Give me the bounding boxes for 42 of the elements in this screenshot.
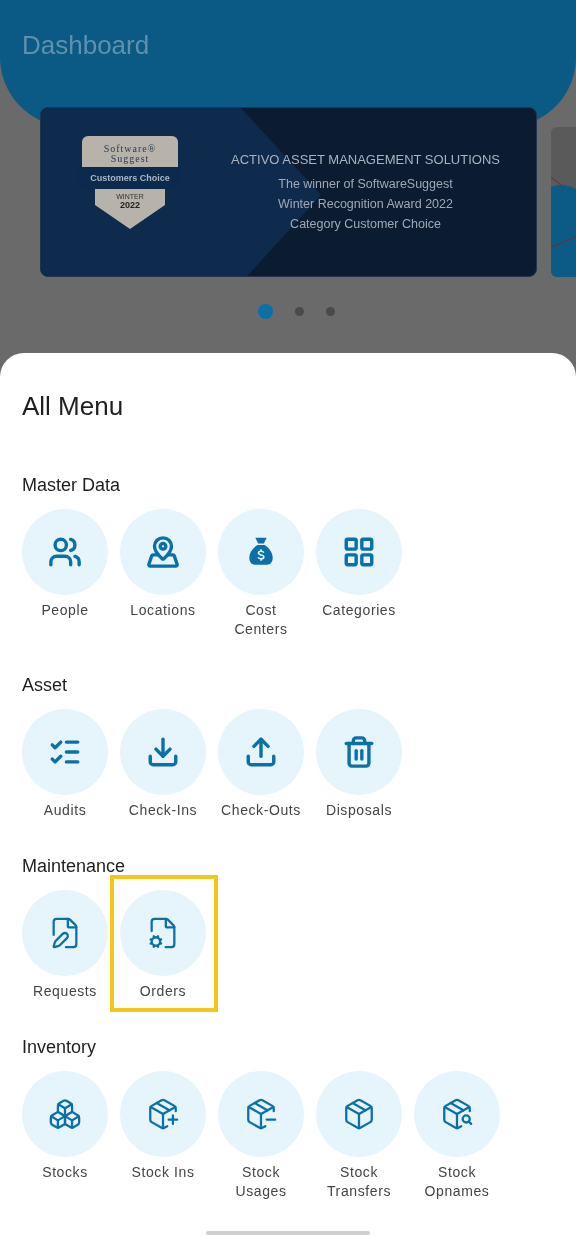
menu-label: Disposals bbox=[324, 801, 394, 820]
menu-label: Stock Transfers bbox=[326, 1163, 392, 1201]
people-icon bbox=[48, 535, 82, 569]
carousel-dot[interactable] bbox=[257, 303, 273, 319]
map-pin-icon bbox=[146, 535, 180, 569]
menu-label: Categories bbox=[321, 601, 397, 620]
section-title: Asset bbox=[22, 674, 69, 696]
menu-label: People bbox=[40, 601, 90, 620]
badge-brand: Software® bbox=[103, 143, 157, 154]
trash-icon bbox=[342, 735, 376, 769]
menu-label: Stock Usages bbox=[234, 1163, 288, 1201]
boxes-icon bbox=[48, 1097, 82, 1131]
banner-text: Category Customer Choice bbox=[290, 217, 441, 232]
menu-label: Orders bbox=[138, 982, 188, 1001]
section-title: Maintenance bbox=[22, 855, 127, 877]
grid-icon bbox=[342, 535, 376, 569]
menu-label: Check-Ins bbox=[127, 801, 199, 820]
badge-year: 2022 bbox=[120, 199, 140, 210]
menu-label: Locations bbox=[129, 601, 197, 620]
banner-headline: ACTIVO ASSET MANAGEMENT SOLUTIONS bbox=[231, 152, 500, 168]
carousel-dot[interactable] bbox=[325, 306, 335, 316]
package-icon bbox=[342, 1097, 376, 1131]
menu-label: Cost Centers bbox=[233, 601, 289, 639]
section-title: Master Data bbox=[22, 474, 122, 496]
section-title: Inventory bbox=[22, 1036, 98, 1058]
package-plus-icon bbox=[146, 1097, 180, 1131]
menu-label: Check-Outs bbox=[220, 801, 302, 820]
badge-brand: Suggest bbox=[110, 153, 150, 164]
page-title: Dashboard bbox=[22, 30, 150, 60]
menu-label: Audits bbox=[42, 801, 88, 820]
menu-label: Requests bbox=[32, 982, 98, 1001]
banner-text: Winter Recognition Award 2022 bbox=[278, 197, 453, 212]
sheet-title: All Menu bbox=[22, 390, 125, 422]
menu-label: Stock Ins bbox=[130, 1163, 196, 1182]
package-minus-icon bbox=[244, 1097, 278, 1131]
carousel-dot[interactable] bbox=[294, 306, 304, 316]
menu-label: Stock Opnames bbox=[423, 1163, 491, 1201]
download-icon bbox=[146, 735, 180, 769]
menu-label: Stocks bbox=[41, 1163, 89, 1182]
banner-text: The winner of SoftwareSuggest bbox=[278, 177, 453, 192]
upload-icon bbox=[244, 735, 278, 769]
package-search-icon bbox=[440, 1097, 474, 1131]
